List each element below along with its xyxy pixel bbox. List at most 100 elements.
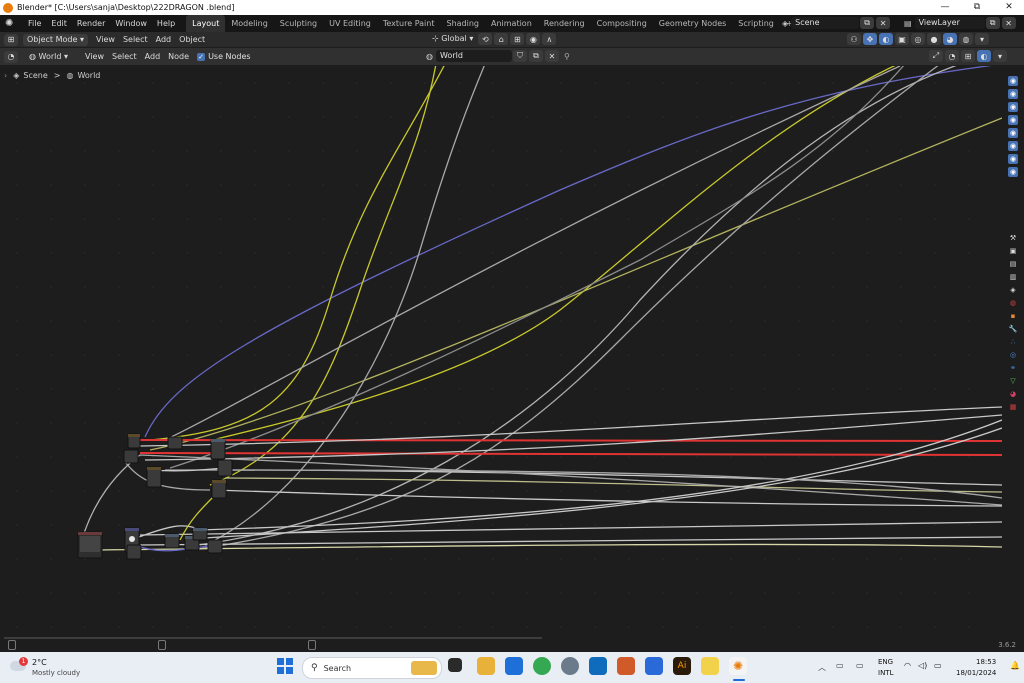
camera-icon[interactable]: ◉: [1008, 154, 1018, 164]
viewport-menu-select[interactable]: Select: [119, 34, 152, 46]
remove-scene-icon[interactable]: ✕: [876, 17, 891, 29]
viewport-menu-view[interactable]: View: [92, 34, 119, 46]
clock-time[interactable]: 18:53: [976, 658, 996, 666]
editor-type-icon[interactable]: ⊞: [4, 33, 18, 46]
shading-material-icon[interactable]: ◕: [943, 33, 957, 45]
tab-rendering[interactable]: Rendering: [538, 15, 591, 32]
node[interactable]: [164, 533, 180, 549]
tab-layout[interactable]: Layout: [186, 15, 226, 32]
tab-scripting[interactable]: Scripting: [732, 15, 780, 32]
file-explorer-icon[interactable]: [477, 657, 495, 675]
maximize-button[interactable]: ⧉: [962, 0, 992, 15]
scene-field[interactable]: Scene: [791, 17, 860, 29]
shader-type-dropdown[interactable]: ◍ World ▾: [25, 51, 77, 63]
shading-solid-icon[interactable]: ●: [927, 33, 941, 45]
material-icon[interactable]: ◕: [1008, 389, 1018, 399]
keyboard-layout[interactable]: INTL: [878, 669, 893, 677]
falloff-icon[interactable]: ∧: [542, 33, 557, 45]
overlay-icon[interactable]: ◐: [879, 33, 893, 45]
shading-options-icon[interactable]: ▾: [975, 33, 989, 45]
camera-icon[interactable]: ◉: [1008, 76, 1018, 86]
world-props-icon[interactable]: ◍: [1008, 298, 1018, 308]
node-editor-type-icon[interactable]: ◔: [4, 50, 18, 63]
physics-icon[interactable]: ◎: [1008, 350, 1018, 360]
node-menu-view[interactable]: View: [81, 51, 108, 63]
volume-icon[interactable]: ◁): [918, 661, 927, 670]
view-layer-icon[interactable]: ▥: [1008, 272, 1018, 282]
node[interactable]: [77, 531, 103, 559]
camera-icon[interactable]: ◉: [1008, 141, 1018, 151]
menu-help[interactable]: Help: [152, 15, 180, 32]
node-menu-add[interactable]: Add: [141, 51, 165, 63]
node-canvas[interactable]: [0, 66, 1002, 636]
texture-icon[interactable]: ▦: [1008, 402, 1018, 412]
node[interactable]: [210, 438, 226, 460]
scene-props-icon[interactable]: ◈: [1008, 285, 1018, 295]
menu-edit[interactable]: Edit: [46, 15, 72, 32]
constraints-icon[interactable]: ⚭: [1008, 363, 1018, 373]
node-overlays-icon[interactable]: ◐: [977, 50, 991, 62]
minimize-button[interactable]: —: [930, 0, 960, 15]
menu-window[interactable]: Window: [110, 15, 152, 32]
pivot-icon[interactable]: ⟲: [478, 33, 493, 45]
menu-file[interactable]: File: [23, 15, 46, 32]
camera-icon[interactable]: ◉: [1008, 128, 1018, 138]
node[interactable]: [167, 436, 183, 450]
viewport-menu-object[interactable]: Object: [175, 34, 209, 46]
node[interactable]: [211, 479, 227, 499]
sticky-notes-icon[interactable]: [701, 657, 719, 675]
mail-icon[interactable]: [645, 657, 663, 675]
weather-icon[interactable]: 1: [10, 657, 28, 675]
node[interactable]: [217, 459, 233, 477]
scrollbar[interactable]: [4, 637, 542, 639]
wifi-icon[interactable]: ◠: [904, 661, 911, 670]
tool-icon[interactable]: ⚒: [1008, 233, 1018, 243]
particles-icon[interactable]: ∴: [1008, 337, 1018, 347]
node-menu-node[interactable]: Node: [164, 51, 193, 63]
proportional-edit-icon[interactable]: ◉: [526, 33, 541, 45]
camera-icon[interactable]: ◉: [1008, 167, 1018, 177]
illustrator-icon[interactable]: Ai: [673, 657, 691, 675]
unlink-world-icon[interactable]: ✕: [544, 50, 559, 62]
node-menu-select[interactable]: Select: [108, 51, 141, 63]
shading-wireframe-icon[interactable]: ◎: [911, 33, 925, 45]
node[interactable]: [146, 466, 162, 488]
visibility-icon[interactable]: ⚇: [847, 33, 861, 45]
outlook-icon[interactable]: [589, 657, 607, 675]
use-nodes-checkbox[interactable]: ✓ Use Nodes: [197, 52, 251, 61]
blender-taskbar-icon[interactable]: ✺: [729, 657, 747, 675]
node[interactable]: [127, 433, 141, 449]
duplicate-world-icon[interactable]: ⧉: [528, 50, 543, 62]
fake-user-icon[interactable]: ⛉: [512, 50, 527, 62]
new-viewlayer-icon[interactable]: ⧉: [985, 17, 1000, 29]
render-icon[interactable]: ▣: [1008, 246, 1018, 256]
shading-rendered-icon[interactable]: ◍: [959, 33, 973, 45]
tab-geometry-nodes[interactable]: Geometry Nodes: [653, 15, 732, 32]
tray-display-icon[interactable]: ▭: [856, 661, 864, 670]
language-indicator[interactable]: ENG: [878, 658, 893, 666]
task-view-icon[interactable]: [448, 658, 462, 672]
snap-target-icon[interactable]: ⊞: [510, 33, 525, 45]
camera-icon[interactable]: ◉: [1008, 89, 1018, 99]
output-icon[interactable]: ▤: [1008, 259, 1018, 269]
node[interactable]: [207, 539, 223, 554]
modifier-icon[interactable]: 🔧: [1008, 324, 1018, 334]
weather-temp[interactable]: 2°C: [32, 658, 47, 667]
node[interactable]: [126, 544, 142, 560]
camera-icon[interactable]: ◉: [1008, 115, 1018, 125]
data-icon[interactable]: ▽: [1008, 376, 1018, 386]
expand-sidebar-icon[interactable]: ›: [4, 71, 7, 80]
mode-dropdown[interactable]: Object Mode ▾: [23, 33, 88, 46]
orientation-dropdown[interactable]: ⊹ Global ▾: [428, 33, 477, 45]
pin-icon[interactable]: ⚲: [564, 52, 570, 61]
object-props-icon[interactable]: ▪: [1008, 311, 1018, 321]
node[interactable]: [123, 449, 139, 464]
world-name-field[interactable]: World: [435, 50, 512, 62]
viewport-menu-add[interactable]: Add: [152, 34, 176, 46]
tab-shading[interactable]: Shading: [440, 15, 485, 32]
tray-app-icon[interactable]: ▭: [836, 661, 844, 670]
settings-icon[interactable]: [561, 657, 579, 675]
notification-icon[interactable]: 🔔: [1010, 661, 1020, 670]
clock-date[interactable]: 18/01/2024: [956, 669, 996, 677]
node-snap-target-icon[interactable]: ⊞: [961, 50, 975, 62]
